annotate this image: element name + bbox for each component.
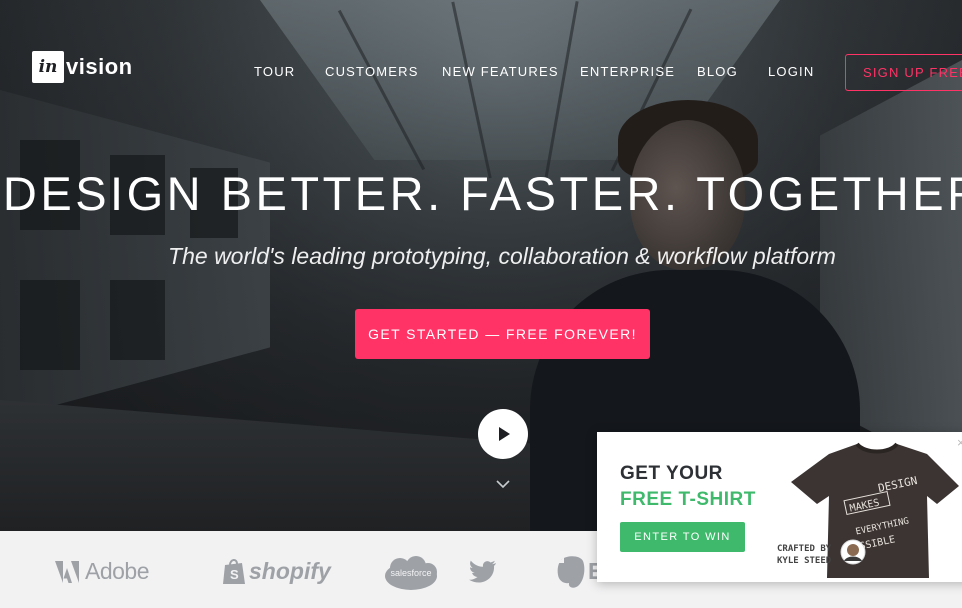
chevron-down-icon[interactable] [494, 478, 512, 490]
salesforce-logo-text: salesforce [390, 568, 432, 578]
nav-tour[interactable]: TOUR [254, 64, 295, 79]
play-video-button[interactable] [478, 409, 528, 459]
promo-credit: CRAFTED BY KYLE STEED [777, 543, 831, 567]
shopify-bag-icon: S [223, 559, 245, 584]
sign-up-free-button[interactable]: SIGN UP FREE [845, 54, 962, 91]
nav-customers[interactable]: CUSTOMERS [325, 64, 419, 79]
promo-title: GET YOUR [620, 463, 723, 484]
hero-subheadline: The world's leading prototyping, collabo… [168, 243, 836, 269]
tshirt-promo-popup: GET YOUR FREE T-SHIRT ENTER TO WIN DESIG… [597, 432, 962, 582]
evernote-elephant-icon [557, 556, 585, 588]
adobe-logo-text: Adobe [85, 558, 150, 584]
main-nav: TOUR CUSTOMERS NEW FEATURES ENTERPRISE B… [0, 64, 962, 84]
enter-to-win-button[interactable]: ENTER TO WIN [620, 522, 745, 552]
nav-new-features[interactable]: NEW FEATURES [442, 64, 559, 79]
nav-blog[interactable]: BLOG [697, 64, 738, 79]
get-started-button[interactable]: GET STARTED — FREE FOREVER! [355, 309, 650, 359]
close-icon[interactable]: × [957, 435, 962, 450]
shopify-logo-text: shopify [249, 558, 331, 584]
promo-credit-line1: CRAFTED BY [777, 544, 832, 554]
designer-avatar [840, 539, 866, 565]
twitter-bird-icon [469, 560, 496, 583]
nav-login[interactable]: LOGIN [768, 64, 814, 79]
salesforce-logo: salesforce [383, 556, 439, 592]
promo-subtitle: FREE T-SHIRT [620, 489, 756, 510]
window [20, 280, 80, 370]
svg-text:S: S [230, 567, 239, 582]
play-icon [499, 427, 510, 441]
balcony-rail [0, 400, 560, 531]
adobe-icon [55, 561, 79, 583]
promo-credit-line2: KYLE STEED [777, 556, 832, 566]
nav-enterprise[interactable]: ENTERPRISE [580, 64, 675, 79]
window [110, 280, 165, 360]
hero-headline: DESIGN BETTER. FASTER. TOGETHER. [2, 167, 962, 220]
